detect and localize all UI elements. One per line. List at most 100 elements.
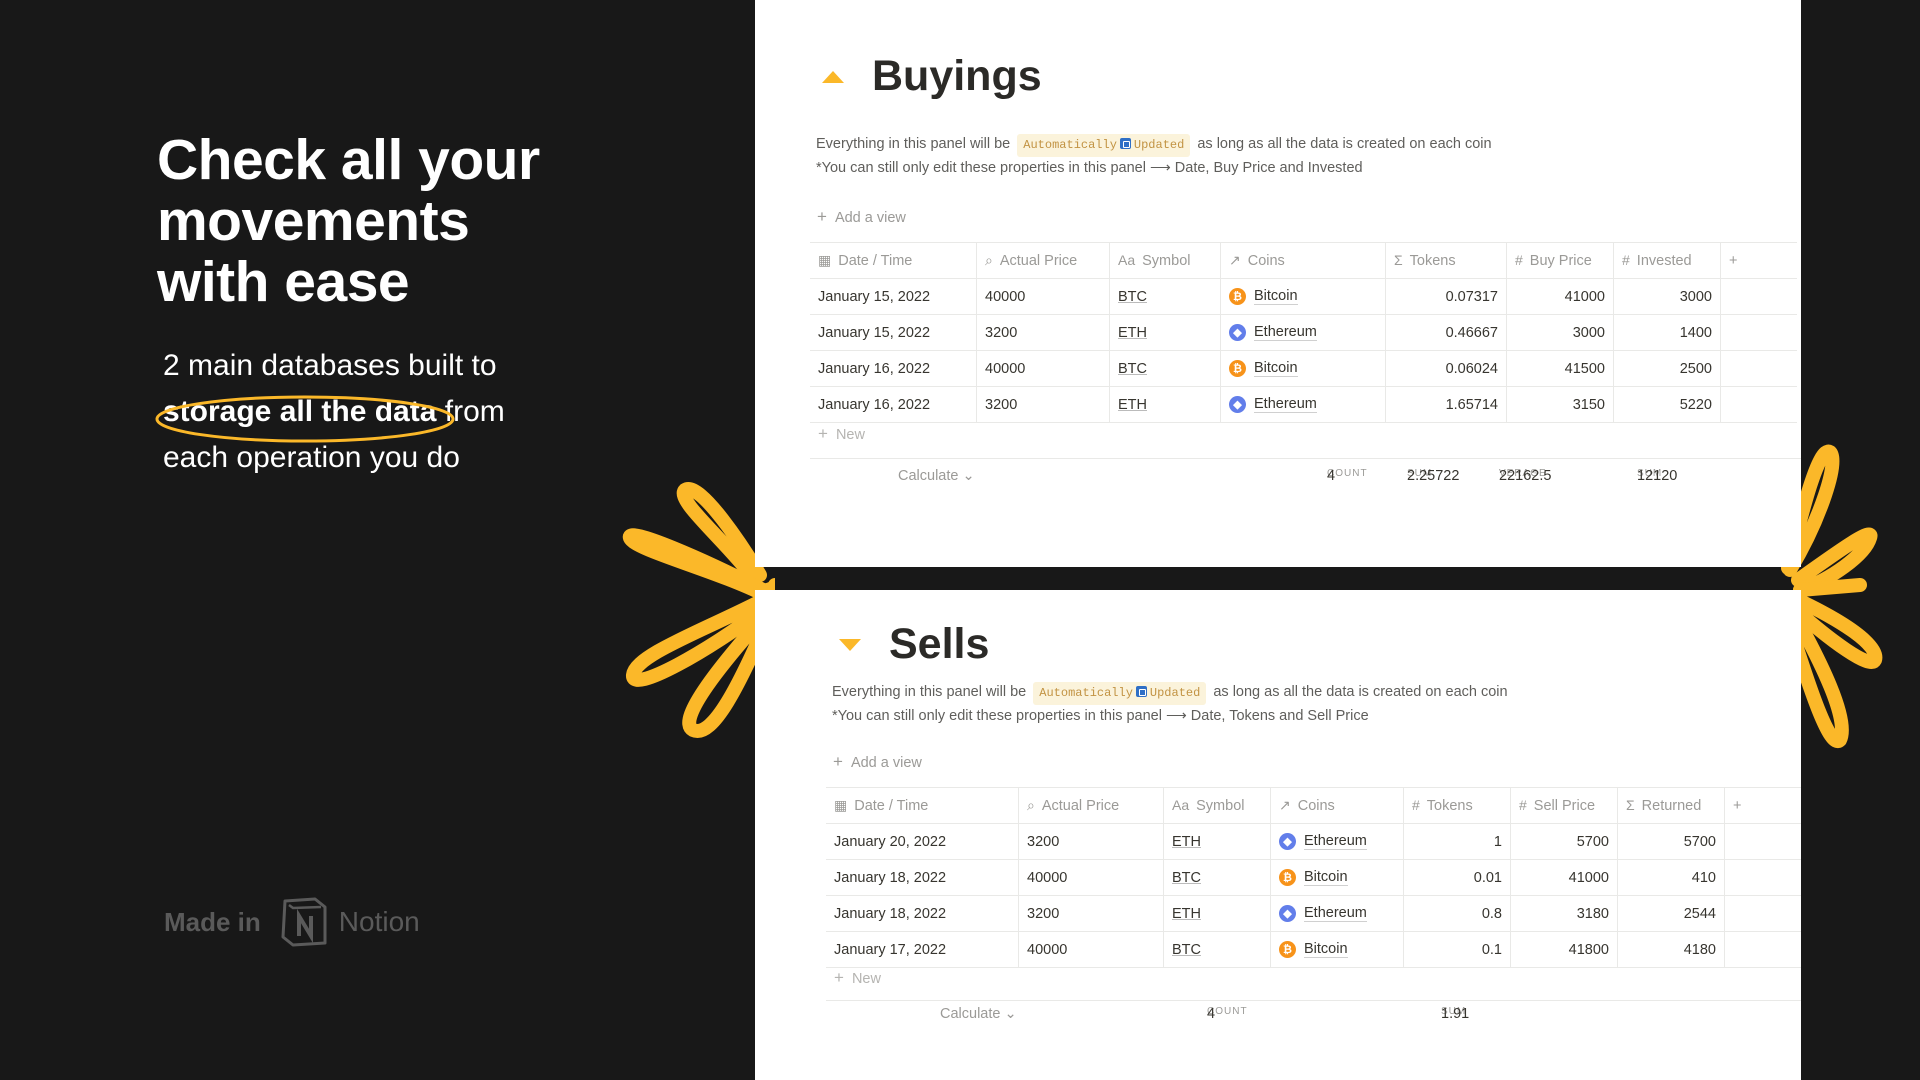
cell-date[interactable]: January 17, 2022	[826, 931, 1019, 968]
cell-date[interactable]: January 16, 2022	[810, 350, 977, 387]
cell-coin[interactable]: ₿ Bitcoin	[1220, 278, 1386, 315]
text-icon: Aa	[1118, 252, 1136, 268]
new-row-button[interactable]: + New	[826, 968, 1801, 1001]
coin-link[interactable]: Bitcoin	[1254, 360, 1298, 378]
cell-returned[interactable]: 4180	[1617, 931, 1725, 968]
cell-date[interactable]: January 16, 2022	[810, 386, 977, 423]
add-view-button[interactable]: + Add a view	[833, 752, 922, 772]
cell-returned[interactable]: 2544	[1617, 895, 1725, 932]
cell-sell-price[interactable]: 41800	[1510, 931, 1618, 968]
table-row[interactable]: January 20, 2022 3200 ETH ◆ Ethereum 1 57…	[826, 823, 1801, 860]
cell-returned[interactable]: 5700	[1617, 823, 1725, 860]
cell-buy-price[interactable]: 41500	[1506, 350, 1614, 387]
add-column-button[interactable]: +	[1724, 787, 1801, 824]
table-row[interactable]: January 17, 2022 40000 BTC ₿ Bitcoin 0.1 …	[826, 931, 1801, 968]
cell-invested[interactable]: 5220	[1613, 386, 1721, 423]
cell-tokens[interactable]: 0.8	[1403, 895, 1511, 932]
cell-coin[interactable]: ◆ Ethereum	[1270, 823, 1404, 860]
cell-symbol[interactable]: ETH	[1163, 895, 1271, 932]
cell-buy-price[interactable]: 3000	[1506, 314, 1614, 351]
cell-coin[interactable]: ◆ Ethereum	[1220, 314, 1386, 351]
cell-symbol[interactable]: ETH	[1109, 314, 1221, 351]
col-symbol[interactable]: Aa Symbol	[1109, 242, 1221, 279]
cell-coin[interactable]: ₿ Bitcoin	[1220, 350, 1386, 387]
coin-link[interactable]: Ethereum	[1254, 396, 1317, 413]
col-returned[interactable]: Σ Returned	[1617, 787, 1725, 824]
cell-date[interactable]: January 18, 2022	[826, 859, 1019, 896]
cell-price[interactable]: 3200	[1018, 895, 1164, 932]
coin-link[interactable]: Bitcoin	[1304, 869, 1348, 887]
table-row[interactable]: January 16, 2022 40000 BTC ₿ Bitcoin 0.06…	[810, 350, 1797, 387]
cell-tokens[interactable]: 0.1	[1403, 931, 1511, 968]
cell-price[interactable]: 40000	[976, 278, 1110, 315]
cell-sell-price[interactable]: 3180	[1510, 895, 1618, 932]
col-actual-price[interactable]: ⌕ Actual Price	[976, 242, 1110, 279]
cell-returned[interactable]: 410	[1617, 859, 1725, 896]
cell-coin[interactable]: ◆ Ethereum	[1270, 895, 1404, 932]
cell-price[interactable]: 3200	[976, 314, 1110, 351]
table-row[interactable]: January 15, 2022 40000 BTC ₿ Bitcoin 0.07…	[810, 278, 1797, 315]
col-invested[interactable]: # Invested	[1613, 242, 1721, 279]
cell-symbol[interactable]: ETH	[1163, 823, 1271, 860]
calculate-button[interactable]: Calculate ⌄	[898, 468, 975, 484]
cell-tokens[interactable]: 0.06024	[1385, 350, 1507, 387]
cell-symbol[interactable]: ETH	[1109, 386, 1221, 423]
col-sell-price[interactable]: # Sell Price	[1510, 787, 1618, 824]
col-coins[interactable]: ↗ Coins	[1220, 242, 1386, 279]
cell-invested[interactable]: 2500	[1613, 350, 1721, 387]
cell-price[interactable]: 40000	[1018, 931, 1164, 968]
table-row[interactable]: January 18, 2022 3200 ETH ◆ Ethereum 0.8 …	[826, 895, 1801, 932]
coin-link[interactable]: Ethereum	[1304, 833, 1367, 850]
cell-tokens[interactable]: 0.46667	[1385, 314, 1507, 351]
new-row-button[interactable]: + New	[810, 424, 1801, 459]
table-row[interactable]: January 18, 2022 40000 BTC ₿ Bitcoin 0.01…	[826, 859, 1801, 896]
cell-tokens[interactable]: 0.07317	[1385, 278, 1507, 315]
cell-tokens[interactable]: 0.01	[1403, 859, 1511, 896]
collapse-triangle-down-icon[interactable]	[837, 637, 863, 653]
table-row[interactable]: January 15, 2022 3200 ETH ◆ Ethereum 0.46…	[810, 314, 1797, 351]
col-tokens[interactable]: Σ Tokens	[1385, 242, 1507, 279]
cell-buy-price[interactable]: 3150	[1506, 386, 1614, 423]
cell-buy-price[interactable]: 41000	[1506, 278, 1614, 315]
table-row[interactable]: January 16, 2022 3200 ETH ◆ Ethereum 1.65…	[810, 386, 1797, 423]
col-label: Actual Price	[1041, 798, 1120, 814]
coin-link[interactable]: Ethereum	[1254, 324, 1317, 341]
coin-link[interactable]: Bitcoin	[1304, 941, 1348, 959]
buyings-heading[interactable]: Buyings	[820, 52, 1042, 101]
cell-date[interactable]: January 15, 2022	[810, 278, 977, 315]
cell-symbol[interactable]: BTC	[1109, 278, 1221, 315]
cell-invested[interactable]: 3000	[1613, 278, 1721, 315]
sells-heading[interactable]: Sells	[837, 620, 989, 669]
col-coins[interactable]: ↗ Coins	[1270, 787, 1404, 824]
cell-tokens[interactable]: 1.65714	[1385, 386, 1507, 423]
cell-invested[interactable]: 1400	[1613, 314, 1721, 351]
col-actual-price[interactable]: ⌕ Actual Price	[1018, 787, 1164, 824]
add-column-button[interactable]: +	[1720, 242, 1797, 279]
col-date[interactable]: ▦ Date / Time	[810, 242, 977, 279]
cell-date[interactable]: January 20, 2022	[826, 823, 1019, 860]
col-buy-price[interactable]: # Buy Price	[1506, 242, 1614, 279]
cell-price[interactable]: 40000	[1018, 859, 1164, 896]
col-symbol[interactable]: Aa Symbol	[1163, 787, 1271, 824]
calculate-button[interactable]: Calculate ⌄	[940, 1006, 1017, 1022]
col-date[interactable]: ▦ Date / Time	[826, 787, 1019, 824]
coin-link[interactable]: Ethereum	[1304, 905, 1367, 922]
cell-symbol[interactable]: BTC	[1163, 931, 1271, 968]
collapse-triangle-up-icon[interactable]	[820, 69, 846, 85]
add-view-button[interactable]: + Add a view	[817, 207, 906, 227]
cell-coin[interactable]: ₿ Bitcoin	[1270, 931, 1404, 968]
cell-sell-price[interactable]: 5700	[1510, 823, 1618, 860]
coin-link[interactable]: Bitcoin	[1254, 288, 1298, 306]
cell-coin[interactable]: ₿ Bitcoin	[1270, 859, 1404, 896]
col-tokens[interactable]: # Tokens	[1403, 787, 1511, 824]
cell-date[interactable]: January 15, 2022	[810, 314, 977, 351]
cell-symbol[interactable]: BTC	[1163, 859, 1271, 896]
cell-date[interactable]: January 18, 2022	[826, 895, 1019, 932]
cell-price[interactable]: 40000	[976, 350, 1110, 387]
cell-price[interactable]: 3200	[1018, 823, 1164, 860]
cell-tokens[interactable]: 1	[1403, 823, 1511, 860]
cell-symbol[interactable]: BTC	[1109, 350, 1221, 387]
cell-sell-price[interactable]: 41000	[1510, 859, 1618, 896]
cell-coin[interactable]: ◆ Ethereum	[1220, 386, 1386, 423]
cell-price[interactable]: 3200	[976, 386, 1110, 423]
